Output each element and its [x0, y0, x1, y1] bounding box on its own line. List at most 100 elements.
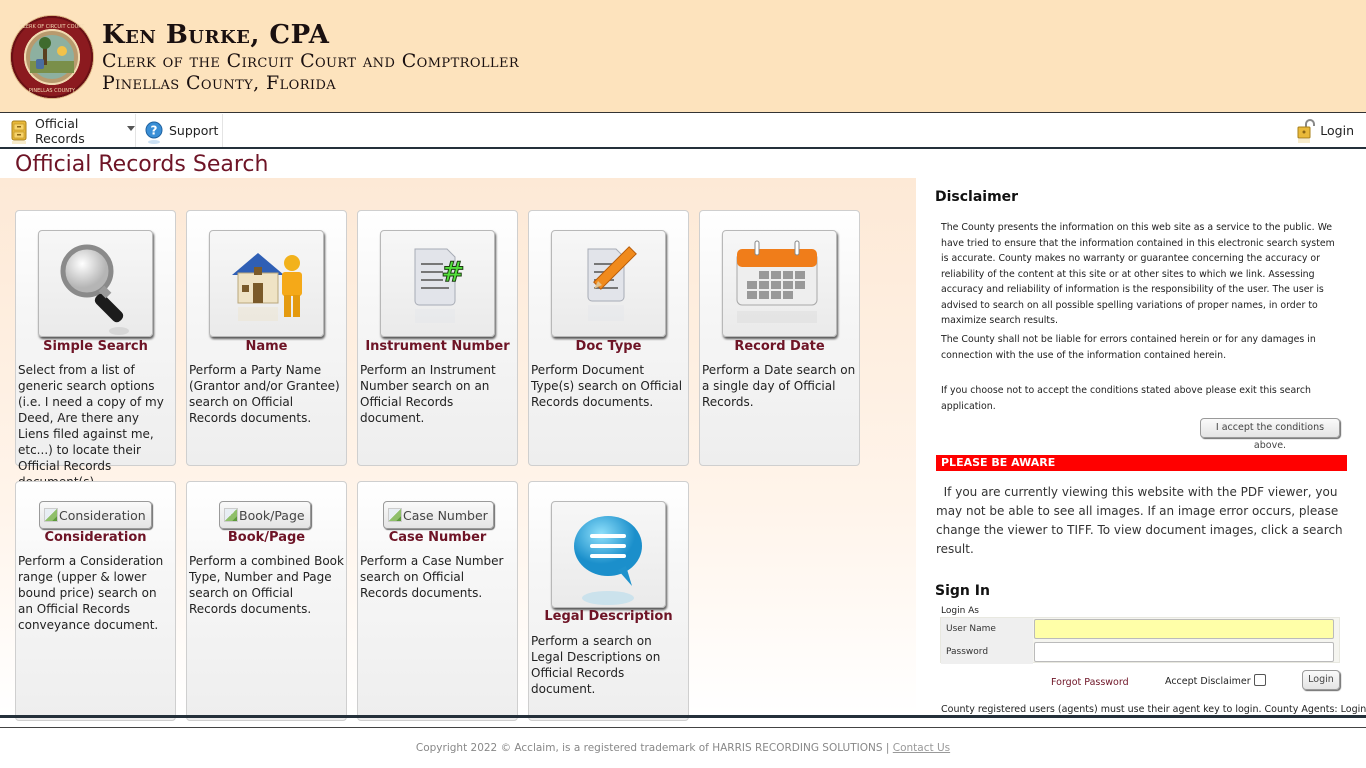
- tile-name[interactable]: Name Perform a Party Name (Grantor and/o…: [186, 210, 347, 466]
- help-icon: ?: [144, 119, 164, 144]
- login-form: User Name Password: [940, 617, 1340, 664]
- accept-conditions-button[interactable]: I accept the conditions above.: [1200, 418, 1340, 451]
- tile-description: Select from a list of generic search opt…: [18, 363, 164, 489]
- svg-text:?: ?: [151, 123, 158, 137]
- tile-title[interactable]: Case Number: [358, 530, 517, 545]
- page-title: Official Records Search: [15, 152, 269, 177]
- doc-type-button[interactable]: [551, 230, 666, 337]
- password-row: Password: [941, 641, 1339, 664]
- tile-consideration[interactable]: Consideration Consideration Perform a Co…: [15, 481, 176, 721]
- forgot-password-link[interactable]: Forgot Password: [1051, 677, 1129, 688]
- tile-simple-search[interactable]: Simple Search Select from a list of gene…: [15, 210, 176, 489]
- instrument-number-button[interactable]: #: [380, 230, 495, 337]
- site-header: CLERK OF CIRCUIT COURT PINELLAS COUNTY K…: [0, 0, 1366, 113]
- sign-in-title: Sign In: [935, 583, 990, 599]
- login-link-label: Login: [1320, 123, 1354, 138]
- disclaimer-paragraph-2: The County shall not be liable for error…: [941, 334, 1316, 361]
- record-date-button[interactable]: [722, 230, 837, 337]
- site-footer: Copyright 2022 © Acclaim, is a registere…: [0, 727, 1366, 768]
- svg-text:CLERK OF CIRCUIT COURT: CLERK OF CIRCUIT COURT: [20, 24, 86, 30]
- broken-image-icon: [224, 508, 238, 522]
- accept-disclaimer-label: Accept Disclaimer: [1165, 676, 1251, 687]
- copyright-text: Copyright 2022 © Acclaim, is a registere…: [415, 742, 893, 754]
- tile-description: Perform a search on Legal Descriptions o…: [531, 634, 661, 696]
- document-pencil-icon: [587, 246, 637, 321]
- consideration-button[interactable]: Consideration: [39, 501, 152, 529]
- nav-item-support[interactable]: ? Support: [136, 114, 223, 147]
- header-subtitle-office: Clerk of the Circuit Court and Comptroll…: [102, 50, 520, 72]
- simple-search-button[interactable]: [38, 230, 153, 337]
- tile-legal-description[interactable]: Legal Description Perform a search on Le…: [528, 481, 689, 721]
- disclaimer-paragraph-1: The County presents the information on t…: [941, 222, 1335, 326]
- svg-text:PINELLAS COUNTY: PINELLAS COUNTY: [29, 88, 76, 94]
- side-panel: Disclaimer The County presents the infor…: [916, 178, 1366, 715]
- tile-title[interactable]: Record Date: [700, 339, 859, 354]
- tile-title[interactable]: Consideration: [16, 530, 175, 545]
- pdf-viewer-notice-text: If you are currently viewing this websit…: [936, 485, 1343, 556]
- header-subtitle-county: Pinellas County, Florida: [102, 72, 337, 94]
- tile-description: Perform an Instrument Number search on a…: [360, 363, 496, 425]
- username-input[interactable]: [1034, 619, 1334, 639]
- tile-title[interactable]: Simple Search: [16, 339, 175, 354]
- username-label: User Name: [941, 618, 1033, 641]
- tile-description: Perform a Date search on a single day of…: [702, 363, 856, 409]
- tile-description: Perform a Party Name (Grantor and/or Gra…: [189, 363, 340, 425]
- agents-note: County registered users (agents) must us…: [941, 704, 1366, 715]
- tile-title[interactable]: Book/Page: [187, 530, 346, 545]
- content-bottom-divider: [0, 715, 1366, 718]
- disclaimer-title: Disclaimer: [935, 189, 1019, 205]
- name-search-button[interactable]: [209, 230, 324, 337]
- nav-item-label: Official Records: [35, 115, 85, 146]
- tile-description: Perform a combined Book Type, Number and…: [189, 554, 344, 616]
- tile-title[interactable]: Legal Description: [529, 609, 688, 624]
- contact-us-link[interactable]: Contact Us: [893, 742, 950, 754]
- login-button[interactable]: Login: [1302, 670, 1340, 690]
- button-alt-text: Book/Page: [239, 507, 305, 523]
- password-label: Password: [941, 641, 1033, 664]
- tile-title[interactable]: Instrument Number: [358, 339, 517, 354]
- tile-description: Perform Document Type(s) search on Offic…: [531, 363, 683, 409]
- header-title: Ken Burke, CPA: [102, 20, 330, 50]
- house-person-icon: [232, 253, 302, 321]
- nav-item-official-records[interactable]: Official Records: [0, 114, 136, 147]
- tile-record-date[interactable]: Record Date Perform a Date search on a s…: [699, 210, 860, 466]
- county-seal-logo[interactable]: CLERK OF CIRCUIT COURT PINELLAS COUNTY: [10, 15, 94, 99]
- nav-item-label: Support: [169, 123, 219, 138]
- search-options-panel: Simple Search Select from a list of gene…: [0, 178, 916, 721]
- accept-disclaimer-control: Accept Disclaimer: [1165, 674, 1266, 687]
- tile-book-page[interactable]: Book/Page Book/Page Perform a combined B…: [186, 481, 347, 721]
- pdf-viewer-notice: If you are currently viewing this websit…: [936, 483, 1348, 559]
- header-title-block: Ken Burke, CPA Clerk of the Circuit Cour…: [102, 20, 519, 94]
- button-alt-text: Consideration: [59, 507, 146, 523]
- broken-image-icon: [388, 508, 402, 522]
- calendar-icon: [736, 240, 818, 323]
- disclaimer-paragraph-3: If you choose not to accept the conditio…: [941, 385, 1311, 412]
- button-alt-text: Case Number: [403, 507, 488, 523]
- padlock-open-icon: [1296, 118, 1316, 144]
- accept-disclaimer-checkbox[interactable]: [1253, 674, 1266, 686]
- book-page-button[interactable]: Book/Page: [219, 501, 311, 529]
- tile-doc-type[interactable]: Doc Type Perform Document Type(s) search…: [528, 210, 689, 466]
- file-cabinet-icon: [10, 119, 30, 144]
- nav-login-link[interactable]: Login: [1296, 114, 1354, 147]
- svg-text:#: #: [441, 255, 464, 288]
- username-row: User Name: [941, 618, 1339, 641]
- tile-title[interactable]: Doc Type: [529, 339, 688, 354]
- broken-image-icon: [44, 508, 58, 522]
- speech-bubble-icon: [574, 516, 642, 605]
- tile-case-number[interactable]: Case Number Case Number Perform a Case N…: [357, 481, 518, 721]
- chevron-down-icon[interactable]: [127, 126, 135, 131]
- tile-title[interactable]: Name: [187, 339, 346, 354]
- seal-icon: CLERK OF CIRCUIT COURT PINELLAS COUNTY: [11, 16, 93, 98]
- please-be-aware-banner: PLEASE BE AWARE: [936, 455, 1347, 471]
- login-as-label: Login As: [941, 606, 979, 616]
- main-nav: Official Records ? Support Login: [0, 114, 1366, 149]
- password-input[interactable]: [1034, 642, 1334, 662]
- document-number-icon: #: [414, 248, 465, 323]
- tile-instrument-number[interactable]: # Instrument Number Perform an Instrumen…: [357, 210, 518, 466]
- case-number-button[interactable]: Case Number: [383, 501, 494, 529]
- legal-description-button[interactable]: [551, 501, 666, 608]
- magnifier-icon: [60, 244, 129, 335]
- tile-description: Perform a Consideration range (upper & l…: [18, 554, 164, 632]
- tile-description: Perform a Case Number search on Official…: [360, 554, 504, 600]
